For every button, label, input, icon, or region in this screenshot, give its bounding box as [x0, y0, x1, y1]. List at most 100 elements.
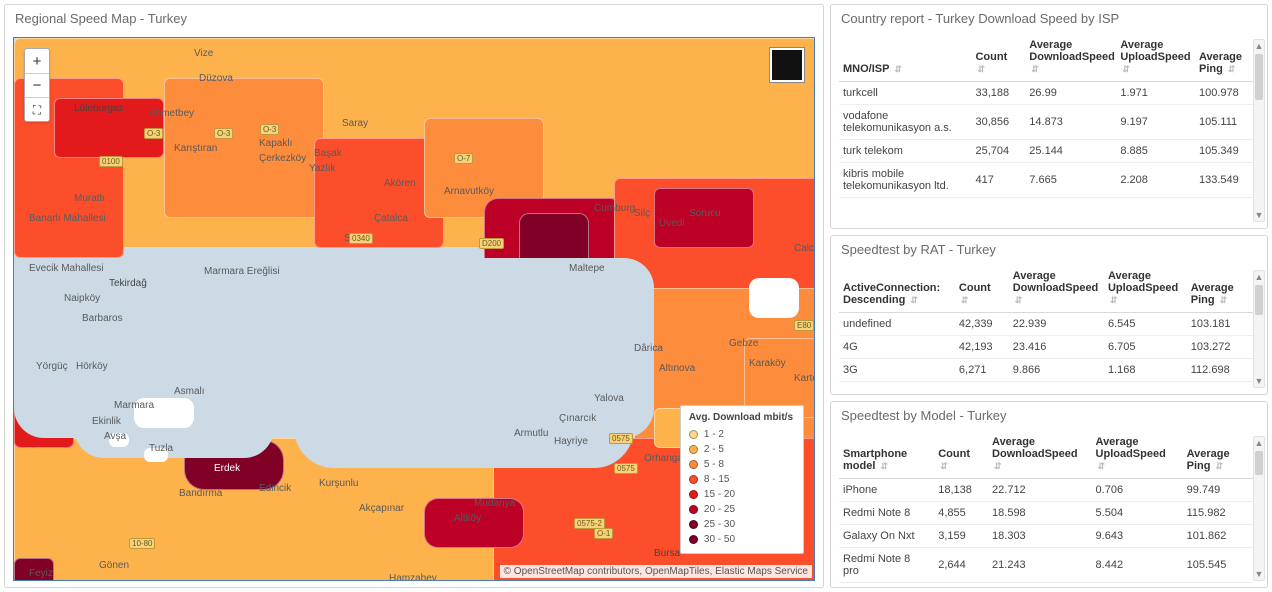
scroll-up-icon[interactable]: ▲: [1254, 437, 1264, 449]
table-cell: 105.545: [1183, 548, 1253, 583]
sort-icon[interactable]: ⇵: [880, 461, 888, 472]
sort-icon[interactable]: ⇵: [910, 295, 918, 306]
column-header[interactable]: MNO/ISP ⇵: [839, 33, 971, 82]
sort-icon[interactable]: ⇵: [940, 461, 948, 472]
model-table: Smartphone model ⇵Count ⇵Average Downloa…: [839, 430, 1253, 583]
table-row[interactable]: kibris mobile telekomunikasyon ltd.4177.…: [839, 163, 1253, 198]
road-shield: D200: [479, 238, 504, 249]
sort-icon[interactable]: ⇵: [1098, 461, 1106, 472]
region-nodata[interactable]: [749, 278, 799, 318]
road-shield: 0340: [349, 233, 373, 244]
sort-icon[interactable]: ⇵: [894, 64, 902, 75]
scroll-down-icon[interactable]: ▼: [1254, 209, 1264, 221]
column-header[interactable]: Average Ping ⇵: [1183, 430, 1253, 479]
table-row[interactable]: turk telekom25,70425.1448.885105.349: [839, 140, 1253, 163]
sort-icon[interactable]: ⇵: [977, 64, 985, 75]
column-header[interactable]: Average DownloadSpeed ⇵: [988, 430, 1092, 479]
island-marmara[interactable]: [134, 398, 194, 428]
region-sw-corner[interactable]: [14, 558, 54, 581]
scrollbar[interactable]: ▲ ▼: [1253, 436, 1265, 581]
table-row[interactable]: undefined42,33922.9396.545103.181: [839, 313, 1253, 336]
legend-item: 25 - 30: [689, 517, 793, 532]
column-header[interactable]: Average Ping ⇵: [1195, 33, 1253, 82]
table-row[interactable]: 3G6,2719.8661.168112.698: [839, 359, 1253, 382]
scroll-up-icon[interactable]: ▲: [1254, 40, 1264, 52]
legend-item: 2 - 5: [689, 442, 793, 457]
sort-icon[interactable]: ⇵: [1031, 64, 1039, 75]
region-kocaeli-w[interactable]: [654, 188, 754, 248]
legend-label: 8 - 15: [704, 472, 730, 487]
sort-icon[interactable]: ⇵: [1015, 295, 1023, 306]
map-zoom-control: + − ⛶: [24, 48, 50, 122]
table-cell: 9.643: [1092, 525, 1183, 548]
scroll-thumb[interactable]: [1255, 54, 1263, 100]
layer-thumbnail[interactable]: [770, 48, 804, 82]
zoom-out-button[interactable]: −: [25, 73, 49, 97]
sort-icon[interactable]: ⇵: [961, 295, 969, 306]
sort-icon[interactable]: ⇵: [1110, 295, 1118, 306]
table-row[interactable]: Galaxy On Nxt3,15918.3039.643101.862: [839, 525, 1253, 548]
sort-icon[interactable]: ⇵: [1220, 295, 1228, 306]
column-header[interactable]: Average DownloadSpeed ⇵: [1025, 33, 1116, 82]
column-header[interactable]: Average DownloadSpeed ⇵: [1009, 264, 1104, 313]
legend-item: 1 - 2: [689, 427, 793, 442]
scroll-down-icon[interactable]: ▼: [1254, 375, 1264, 387]
table-cell: 25,704: [971, 140, 1025, 163]
sort-icon[interactable]: ⇵: [994, 461, 1002, 472]
scrollbar[interactable]: ▲ ▼: [1253, 39, 1265, 222]
column-header[interactable]: Average UploadSpeed ⇵: [1104, 264, 1187, 313]
column-header[interactable]: Average UploadSpeed ⇵: [1116, 33, 1195, 82]
zoom-in-button[interactable]: +: [25, 49, 49, 73]
column-header[interactable]: Count ⇵: [971, 33, 1025, 82]
table-cell: 9.866: [1009, 359, 1104, 382]
scroll-thumb[interactable]: [1255, 285, 1263, 315]
table-row[interactable]: turkcell33,18826.991.971100.978: [839, 82, 1253, 105]
scroll-thumb[interactable]: [1255, 451, 1263, 475]
island-avsa[interactable]: [109, 433, 129, 447]
table-cell: 23.416: [1009, 336, 1104, 359]
fit-bounds-button[interactable]: ⛶: [25, 97, 49, 121]
map-legend: Avg. Download mbit/s 1 - 22 - 55 - 88 - …: [680, 405, 804, 554]
table-cell: undefined: [839, 313, 955, 336]
table-row[interactable]: 4G42,19323.4166.705103.272: [839, 336, 1253, 359]
map-canvas[interactable]: Lüleburgaz Vize Düzova Ahmetbey Karıştır…: [13, 37, 815, 581]
road-shield: E80: [794, 320, 814, 331]
sort-icon[interactable]: ⇵: [1228, 64, 1236, 75]
table-cell: 42,193: [955, 336, 1009, 359]
column-header[interactable]: Smartphone model ⇵: [839, 430, 934, 479]
table-cell: vodafone telekomunikasyon a.s.: [839, 105, 971, 140]
map-attribution: © OpenStreetMap contributors, OpenMapTil…: [500, 565, 812, 578]
scroll-down-icon[interactable]: ▼: [1254, 568, 1264, 580]
column-header[interactable]: ActiveConnection: Descending ⇵: [839, 264, 955, 313]
legend-title: Avg. Download mbit/s: [689, 412, 793, 423]
table-row[interactable]: Redmi Note 8 pro2,64421.2438.442105.545: [839, 548, 1253, 583]
table-cell: turkcell: [839, 82, 971, 105]
table-row[interactable]: iPhone18,13822.7120.70699.749: [839, 479, 1253, 502]
table-row[interactable]: vodafone telekomunikasyon a.s.30,85614.8…: [839, 105, 1253, 140]
sort-icon[interactable]: ⇵: [1122, 64, 1130, 75]
table-cell: Redmi Note 8: [839, 502, 934, 525]
column-header[interactable]: Count ⇵: [934, 430, 988, 479]
sort-icon[interactable]: ⇵: [1216, 461, 1224, 472]
region-mudanya[interactable]: [424, 498, 524, 548]
road-shield: 0575: [614, 463, 638, 474]
column-header[interactable]: Average Ping ⇵: [1187, 264, 1253, 313]
table-cell: 0.706: [1092, 479, 1183, 502]
road-shield: 10-80: [129, 538, 155, 549]
table-cell: 14.873: [1025, 105, 1116, 140]
legend-label: 30 - 50: [704, 532, 735, 547]
scroll-up-icon[interactable]: ▲: [1254, 271, 1264, 283]
scrollbar[interactable]: ▲ ▼: [1253, 270, 1265, 388]
table-cell: Redmi Note 8 pro: [839, 548, 934, 583]
legend-item: 8 - 15: [689, 472, 793, 487]
legend-label: 20 - 25: [704, 502, 735, 517]
legend-swatch: [689, 445, 698, 454]
table-cell: turk telekom: [839, 140, 971, 163]
legend-label: 1 - 2: [704, 427, 724, 442]
table-row[interactable]: Redmi Note 84,85518.5985.504115.982: [839, 502, 1253, 525]
region-cerkezkoy[interactable]: [164, 78, 324, 218]
island-tuzla[interactable]: [144, 448, 168, 462]
column-header[interactable]: Count ⇵: [955, 264, 1009, 313]
table-cell: 6.545: [1104, 313, 1187, 336]
column-header[interactable]: Average UploadSpeed ⇵: [1092, 430, 1183, 479]
